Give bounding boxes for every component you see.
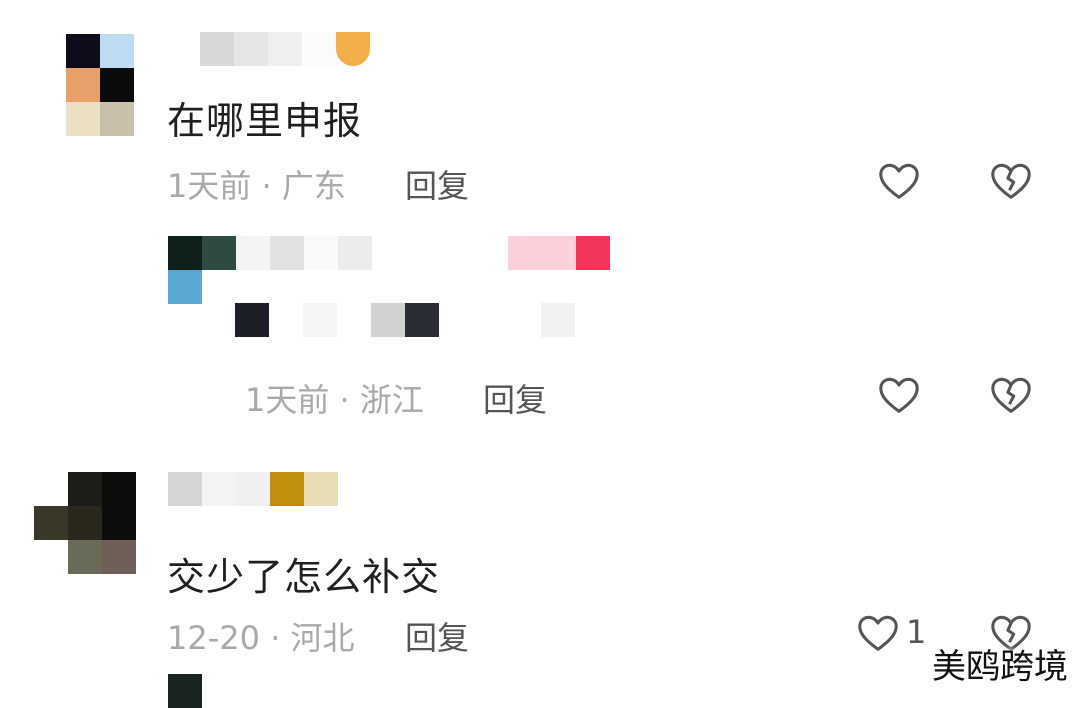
comment-location: 浙江 <box>359 381 424 419</box>
dislike-button[interactable] <box>988 158 1034 204</box>
comment-time: 12-20 <box>167 619 260 657</box>
like-button[interactable] <box>876 158 922 204</box>
username-mosaic[interactable] <box>168 472 338 506</box>
comment-meta: 12-20 · 河北 <box>167 613 355 659</box>
comment-text: 交少了怎么补交 <box>167 555 441 599</box>
reply-username-mosaic[interactable] <box>168 236 610 270</box>
reply-content-mosaic <box>235 303 575 337</box>
reply-avatar-fragment <box>168 270 202 304</box>
avatar[interactable] <box>34 472 136 574</box>
broken-heart-icon <box>991 377 1031 413</box>
like-count: 1 <box>906 613 927 651</box>
broken-heart-icon <box>991 163 1031 199</box>
comment-2: 1天前 · 浙江 回复 <box>0 225 1080 450</box>
meta-separator: · <box>270 619 281 657</box>
like-button[interactable] <box>876 372 922 418</box>
username-mosaic[interactable] <box>200 32 370 66</box>
avatar[interactable] <box>66 34 168 136</box>
comment-location: 广东 <box>281 167 346 205</box>
comment-meta: 1天前 · 广东 <box>167 161 346 207</box>
comment-time: 1天前 <box>245 381 330 419</box>
like-button[interactable] <box>855 610 901 656</box>
dislike-button[interactable] <box>988 372 1034 418</box>
heart-outline-icon <box>858 615 898 651</box>
meta-separator: · <box>261 167 272 205</box>
watermark: 美鸥跨境 <box>932 647 1068 687</box>
comment-3: 交少了怎么补交 12-20 · 河北 回复 1 <box>0 450 1080 708</box>
comment-1: 在哪里申报 1天前 · 广东 回复 <box>0 0 1080 225</box>
comment-text: 在哪里申报 <box>167 99 363 143</box>
comment-meta: 1天前 · 浙江 <box>245 375 424 421</box>
reply-button[interactable]: 回复 <box>405 613 469 659</box>
comment-location: 河北 <box>290 619 355 657</box>
reply-button[interactable]: 回复 <box>405 161 469 207</box>
reply-button[interactable]: 回复 <box>483 375 547 421</box>
meta-separator: · <box>339 381 350 419</box>
comment-time: 1天前 <box>167 167 252 205</box>
heart-outline-icon <box>879 163 919 199</box>
heart-outline-icon <box>879 377 919 413</box>
next-comment-mosaic <box>168 674 202 708</box>
